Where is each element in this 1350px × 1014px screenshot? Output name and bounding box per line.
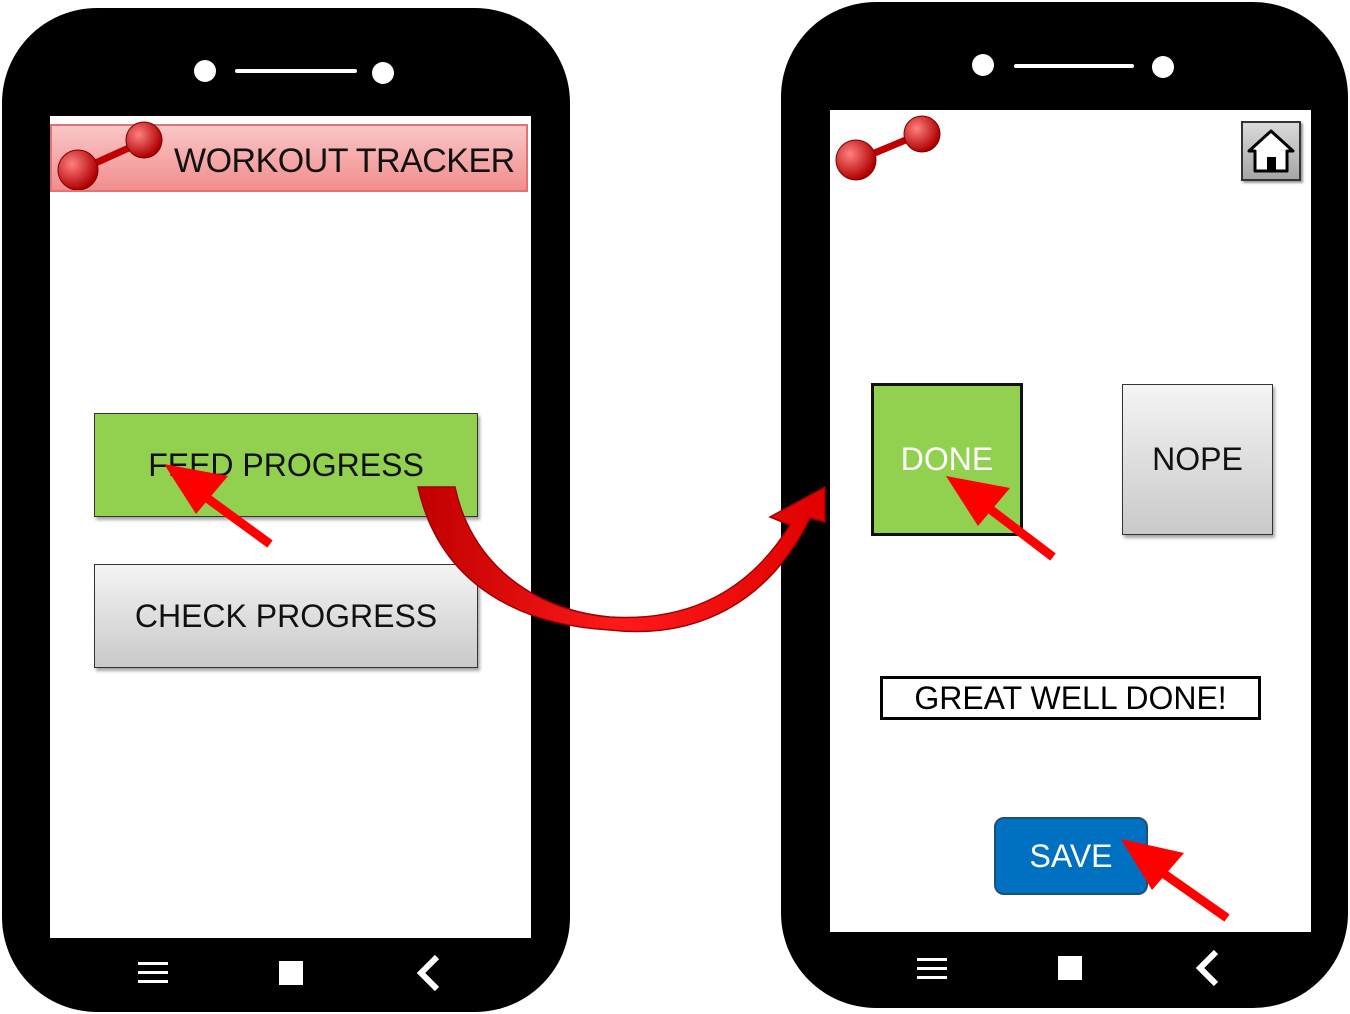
app-title: WORKOUT TRACKER (174, 142, 515, 180)
square-home-icon[interactable] (279, 961, 303, 985)
success-message-text: GREAT WELL DONE! (914, 679, 1227, 716)
menu-icon[interactable] (917, 958, 947, 985)
save-label: SAVE (1029, 837, 1113, 874)
nope-button[interactable]: NOPE (1122, 384, 1273, 535)
back-chevron-icon[interactable] (1194, 948, 1224, 988)
back-chevron-icon[interactable] (415, 953, 445, 993)
dumbbell-icon (57, 121, 163, 190)
title-bar: WORKOUT TRACKER (50, 121, 528, 192)
home-icon (1247, 129, 1295, 173)
home-button[interactable] (1241, 121, 1301, 181)
sensor-dot (372, 62, 394, 84)
save-button[interactable]: SAVE (994, 817, 1148, 895)
done-label: DONE (900, 441, 994, 477)
check-progress-label: CHECK PROGRESS (134, 597, 438, 634)
right-screen: DONE NOPE GREAT WELL DONE! SAVE (830, 110, 1311, 932)
feed-progress-button[interactable]: FEED PROGRESS (94, 413, 478, 517)
camera-dot (194, 60, 216, 82)
camera-dot (972, 54, 994, 76)
done-button[interactable]: DONE (871, 383, 1023, 536)
phone-right: DONE NOPE GREAT WELL DONE! SAVE (781, 2, 1348, 1008)
success-message: GREAT WELL DONE! (880, 676, 1261, 720)
speaker-line (235, 69, 357, 73)
left-screen: WORKOUT TRACKER FEED PROGRESS CHECK PROG… (50, 116, 531, 938)
speaker-line (1014, 64, 1134, 68)
nope-label: NOPE (1152, 441, 1243, 477)
sensor-dot (1152, 56, 1174, 78)
dumbbell-icon (835, 115, 941, 181)
menu-icon[interactable] (138, 962, 168, 989)
phone-left: WORKOUT TRACKER FEED PROGRESS CHECK PROG… (2, 8, 570, 1012)
square-home-icon[interactable] (1058, 956, 1082, 980)
feed-progress-label: FEED PROGRESS (148, 446, 424, 483)
check-progress-button[interactable]: CHECK PROGRESS (94, 564, 478, 668)
